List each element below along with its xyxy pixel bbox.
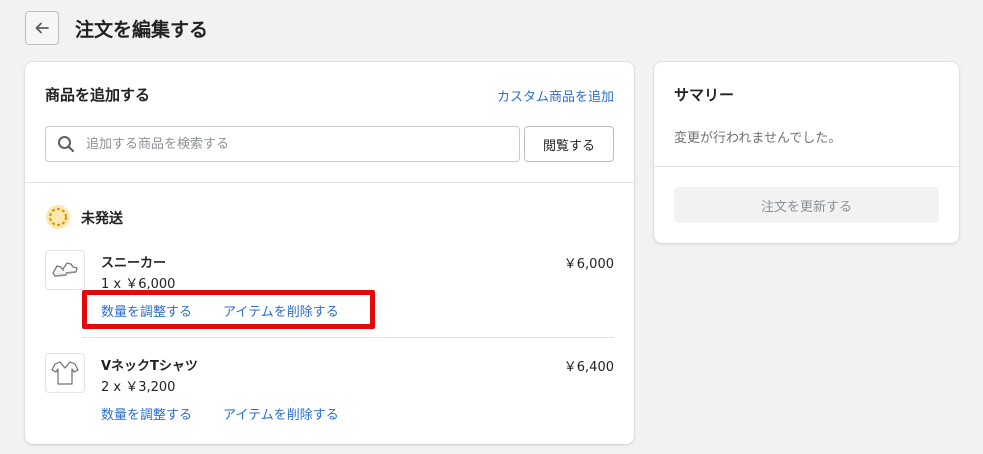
sneaker-icon [52,262,78,277]
item-quantity-price: 2 x ￥3,200 [101,380,176,395]
item-name: VネックTシャツ [101,359,198,374]
product-search-field[interactable] [45,126,520,162]
product-search-input[interactable] [86,127,506,161]
browse-button[interactable]: 閲覧する [524,126,614,162]
remove-item-link[interactable]: アイテムを削除する [223,301,339,320]
remove-item-link[interactable]: アイテムを削除する [223,404,339,423]
arrow-left-icon [35,22,49,34]
summary-message: 変更が行われませんでした。 [674,131,842,146]
summary-title: サマリー [674,86,735,104]
tshirt-icon [51,361,79,385]
adjust-quantity-link[interactable]: 数量を調整する [101,301,192,320]
back-button[interactable] [25,11,59,45]
item-divider [82,337,614,338]
search-icon [58,136,75,153]
item-quantity-price: 1 x ￥6,000 [101,277,176,292]
page-title: 注文を編集する [75,19,209,41]
section-divider [25,182,634,183]
unfulfilled-status-icon [46,205,70,229]
add-products-title: 商品を追加する [45,86,151,104]
item-total: ￥6,000 [563,257,614,272]
item-thumbnail [45,353,85,393]
add-products-card: 商品を追加する カスタム商品を追加 閲覧する 未発送 スニーカー 1 x ￥6,… [25,62,634,444]
unfulfilled-label: 未発送 [81,211,123,227]
item-thumbnail [45,250,85,290]
item-name: スニーカー [101,256,167,271]
adjust-quantity-link[interactable]: 数量を調整する [101,404,192,423]
add-custom-item-link[interactable]: カスタム商品を追加 [497,86,614,105]
summary-divider [654,166,959,167]
summary-card: サマリー 変更が行われませんでした。 注文を更新する [654,62,959,243]
update-order-button[interactable]: 注文を更新する [674,187,939,223]
item-total: ￥6,400 [563,360,614,375]
